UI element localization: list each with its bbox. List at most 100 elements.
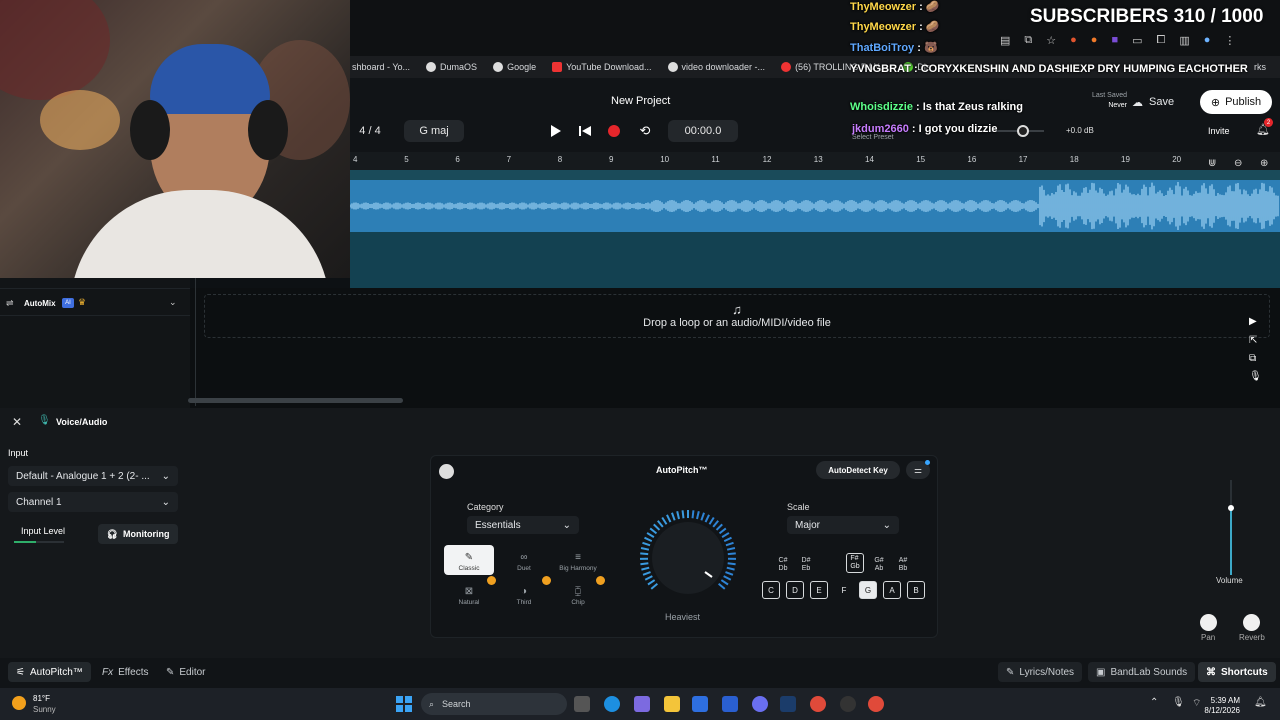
- extension-icon[interactable]: ▭: [1132, 34, 1142, 47]
- key-e[interactable]: E: [810, 581, 828, 599]
- sun-icon[interactable]: [12, 696, 26, 710]
- key-selector[interactable]: G maj: [404, 120, 464, 142]
- browser-menu-icon[interactable]: ⋮: [1224, 34, 1235, 47]
- play-icon[interactable]: ▶: [1249, 316, 1257, 327]
- sharp-key-gs[interactable]: G# Ab: [870, 557, 888, 573]
- edge-icon[interactable]: [604, 696, 620, 712]
- sharp-key-cs[interactable]: C# Db: [774, 557, 792, 573]
- favorite-star-icon[interactable]: ☆: [1046, 34, 1056, 47]
- reading-list-icon[interactable]: ▤: [1000, 34, 1010, 47]
- microphone-icon[interactable]: 🎙︎: [1172, 697, 1185, 708]
- select-preset[interactable]: Select Preset: [852, 134, 894, 141]
- weather-desc[interactable]: Sunny: [33, 705, 56, 714]
- save-button[interactable]: ☁ Save: [1132, 92, 1194, 112]
- voice-classic[interactable]: ✎ Classic: [444, 545, 494, 575]
- discord-icon[interactable]: [752, 696, 768, 712]
- publish-button[interactable]: ⊕ Publish: [1200, 90, 1272, 114]
- mail-icon[interactable]: [692, 696, 708, 712]
- invite-button[interactable]: Invite: [1208, 126, 1230, 136]
- autodetect-key-button[interactable]: AutoDetect Key: [816, 461, 900, 479]
- zoom-in-icon[interactable]: ⊕: [1260, 158, 1268, 169]
- input-device-select[interactable]: Default - Analogue 1 + 2 (2- ... ⌄: [8, 466, 178, 486]
- channel-select[interactable]: Channel 1 ⌄: [8, 492, 178, 512]
- sidebar-icon[interactable]: ▥: [1179, 34, 1189, 47]
- key-f[interactable]: F: [835, 581, 853, 599]
- monitoring-button[interactable]: 🎧︎ Monitoring: [98, 524, 178, 544]
- bookmark-item[interactable]: Google: [493, 62, 536, 72]
- extension-icon[interactable]: ■: [1111, 34, 1118, 47]
- sharp-key-ds[interactable]: D# Eb: [797, 557, 815, 573]
- project-title[interactable]: New Project: [611, 95, 670, 107]
- chrome-icon[interactable]: [810, 696, 826, 712]
- sharp-key-as[interactable]: A# Bb: [894, 557, 912, 573]
- scale-select[interactable]: Major ⌄: [787, 516, 899, 534]
- category-select[interactable]: Essentials ⌄: [467, 516, 579, 534]
- store-icon[interactable]: [722, 696, 738, 712]
- tab-editor[interactable]: ✎ Editor: [158, 662, 214, 682]
- tray-chevron-icon[interactable]: ⌃: [1150, 697, 1158, 708]
- extension-icon[interactable]: ●: [1070, 34, 1077, 47]
- profile-avatar[interactable]: ●: [1204, 34, 1211, 47]
- voice-third[interactable]: ◑ Third: [499, 579, 549, 609]
- sharp-key-fs[interactable]: F# Gb: [846, 553, 864, 573]
- reverb-knob[interactable]: [1243, 614, 1260, 631]
- screen-cast-icon[interactable]: ⧉: [1024, 34, 1032, 47]
- strength-knob[interactable]: [630, 506, 746, 602]
- key-a[interactable]: A: [883, 581, 901, 599]
- copilot-icon[interactable]: [634, 696, 650, 712]
- key-b[interactable]: B: [907, 581, 925, 599]
- drop-zone[interactable]: ♫ Drop a loop or an audio/MIDI/video fil…: [204, 294, 1270, 338]
- chat-icon[interactable]: ⧉: [1249, 353, 1256, 364]
- windows-start-icon[interactable]: [396, 696, 412, 712]
- key-g[interactable]: G: [859, 581, 877, 599]
- track-empty-lane[interactable]: [350, 232, 1280, 288]
- close-icon[interactable]: ✕: [12, 415, 22, 429]
- weather-temp[interactable]: 81°F: [33, 694, 50, 703]
- bookmark-item[interactable]: DumaOS: [426, 62, 477, 72]
- taskbar-search[interactable]: ⌕ Search: [421, 693, 567, 715]
- shortcuts-button[interactable]: ⌘ Shortcuts: [1198, 662, 1276, 682]
- pan-knob[interactable]: [1200, 614, 1217, 631]
- bookmark-item[interactable]: video downloader -...: [667, 62, 765, 72]
- bookmark-item[interactable]: shboard - Yo...: [352, 62, 410, 72]
- play-button[interactable]: [546, 122, 564, 140]
- automix-label[interactable]: AutoMix: [24, 299, 56, 308]
- clock-time[interactable]: 5:39 AM: [1208, 696, 1240, 705]
- clock-date[interactable]: 8/12/2026: [1196, 706, 1240, 715]
- chevron-down-icon[interactable]: ⌄: [169, 297, 177, 308]
- horizontal-scrollbar[interactable]: [188, 398, 403, 403]
- master-volume-thumb[interactable]: [1017, 125, 1029, 137]
- record-button[interactable]: [608, 125, 620, 137]
- extension-icon[interactable]: ●: [1091, 34, 1098, 47]
- lyrics-notes-button[interactable]: ✎ Lyrics/Notes: [998, 662, 1083, 682]
- voice-big-harmony[interactable]: ≡ Big Harmony: [553, 545, 603, 575]
- tab-autopitch[interactable]: ⚟ AutoPitch™: [8, 662, 91, 682]
- extensions-puzzle-icon[interactable]: ⧠: [1157, 34, 1166, 47]
- time-signature[interactable]: 4 / 4: [350, 120, 390, 142]
- snap-icon[interactable]: ⋓: [1208, 158, 1216, 169]
- audio-waveform[interactable]: [349, 180, 1280, 232]
- app-icon[interactable]: [840, 696, 856, 712]
- loop-button[interactable]: ⟲: [636, 122, 654, 140]
- bell-icon[interactable]: 🔔︎: [1254, 697, 1267, 708]
- microphone-icon[interactable]: 🎙︎: [1249, 371, 1262, 382]
- key-c[interactable]: C: [762, 581, 780, 599]
- key-d[interactable]: D: [786, 581, 804, 599]
- tab-effects[interactable]: Fx Effects: [94, 662, 157, 682]
- steam-icon[interactable]: [780, 696, 796, 712]
- bookmark-item[interactable]: YouTube Download...: [552, 62, 652, 72]
- task-view-icon[interactable]: [574, 696, 590, 712]
- zoom-out-icon[interactable]: ⊖: [1234, 158, 1242, 169]
- voice-chip[interactable]: ⧮ Chip: [553, 579, 603, 609]
- voice-duet[interactable]: ∞ Duet: [499, 545, 549, 575]
- bandlab-sounds-button[interactable]: ▣ BandLab Sounds: [1088, 662, 1196, 682]
- volume-slider-thumb[interactable]: [1228, 505, 1234, 511]
- file-explorer-icon[interactable]: [664, 696, 680, 712]
- timeline-ruler[interactable]: 4 5 6 7 8 9 10 11 12 13 14 15 16 17 18 19 20: [350, 152, 1280, 170]
- voice-natural[interactable]: ⊠ Natural: [444, 579, 494, 609]
- chrome-icon[interactable]: [868, 696, 884, 712]
- power-toggle[interactable]: [439, 464, 454, 479]
- bookmark-item[interactable]: rks: [1254, 62, 1266, 72]
- share-icon[interactable]: ⇱: [1249, 335, 1257, 346]
- rewind-button[interactable]: [576, 122, 594, 140]
